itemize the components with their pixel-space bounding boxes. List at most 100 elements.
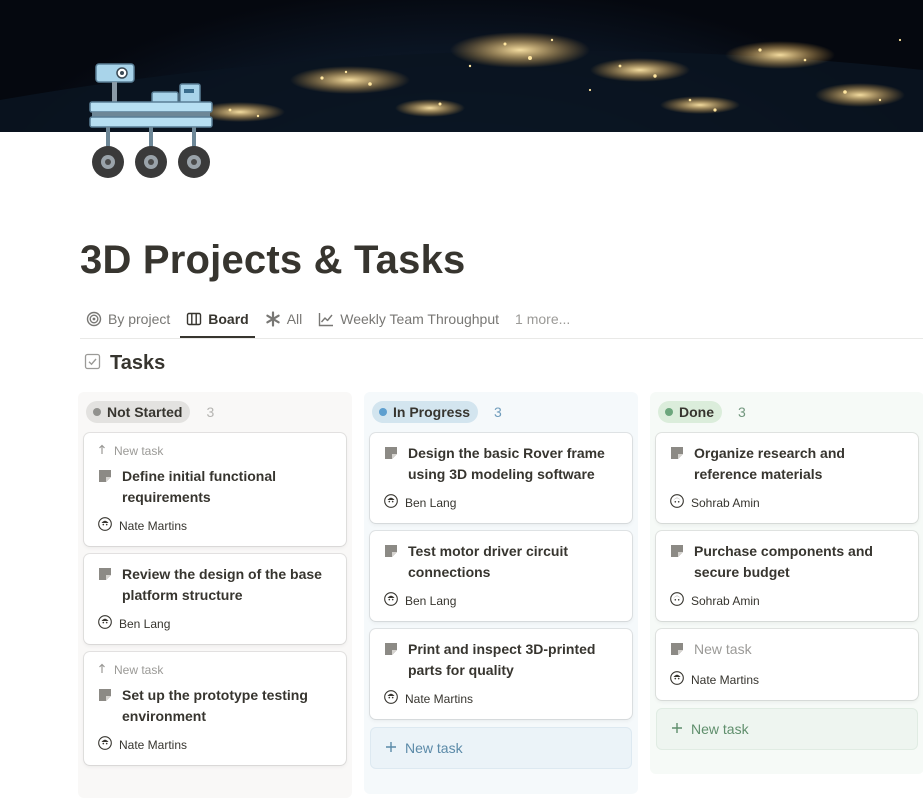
column-done: Done 3 Organize research and reference m… [650,392,923,774]
tab-all[interactable]: All [259,300,309,338]
card-title: Purchase components and secure budget [694,543,873,580]
avatar [670,671,684,688]
status-dot [379,408,387,416]
parent-task-label: New task [114,662,164,677]
card-title: Print and inspect 3D-printed parts for q… [408,641,596,678]
task-card[interactable]: Purchase components and secure budget So… [656,531,918,621]
tab-board[interactable]: Board [180,300,256,338]
card-title: Design the basic Rover frame using 3D mo… [408,445,605,482]
avatar [98,615,112,632]
assignee-name: Ben Lang [405,593,457,608]
column-header[interactable]: Done 3 [658,400,918,424]
checkbox-icon [84,353,101,375]
assignee: Ben Lang [384,592,620,609]
tab-label: All [286,311,303,327]
status-label: Not Started [107,404,183,420]
assignee-name: Nate Martins [119,518,188,533]
assignee: Ben Lang [98,615,334,632]
column-in-progress: In Progress 3 Design the basic Rover fra… [364,392,638,794]
assignee: Nate Martins [670,671,906,688]
assignee-name: Nate Martins [405,691,474,706]
card-title: Review the design of the base platform s… [122,566,322,603]
rover-icon[interactable] [86,62,216,184]
new-task-label: New task [405,740,463,756]
status-badge: Done [658,401,722,423]
view-tabs: By project Board All Weekly Team Through… [80,300,570,338]
page-icon [670,541,684,564]
task-card[interactable]: Design the basic Rover frame using 3D mo… [370,433,632,523]
status-label: In Progress [393,404,471,420]
task-card[interactable]: New task Nate Martins [656,629,918,700]
avatar [670,592,684,609]
page-icon [98,685,112,708]
assignee: Nate Martins [384,690,620,707]
status-badge: In Progress [372,401,479,423]
assignee-name: Ben Lang [405,495,457,510]
tab-label: Board [208,311,249,327]
avatar [384,690,398,707]
page-icon [384,443,398,466]
page-icon [670,639,684,662]
task-card[interactable]: New task Define initial functional requi… [84,433,346,546]
assignee: Sohrab Amin [670,592,906,609]
parent-task-link[interactable]: New task [98,443,334,458]
task-card[interactable]: Print and inspect 3D-printed parts for q… [370,629,632,719]
page-icon [384,541,398,564]
assignee-name: Nate Martins [691,672,760,687]
tab-label: By project [108,311,171,327]
avatar [384,494,398,511]
avatar [98,517,112,534]
page-icon [670,443,684,466]
plus-icon [385,740,397,756]
column-header[interactable]: In Progress 3 [372,400,632,424]
parent-task-link[interactable]: New task [98,662,334,677]
new-task-button[interactable]: New task [656,708,918,750]
database-title-label: Tasks [110,352,166,374]
page-icon [98,466,112,489]
status-label: Done [679,404,714,420]
page-icon [98,564,112,587]
card-title: Test motor driver circuit connections [408,543,569,580]
page-title: 3D Projects & Tasks [80,238,466,282]
avatar [98,736,112,753]
tab-weekly-team-throughput[interactable]: Weekly Team Throughput [312,300,505,338]
target-icon [86,311,102,327]
arrow-up-left-icon [98,443,110,458]
column-header[interactable]: Not Started 3 [86,400,346,424]
column-count: 3 [206,404,215,420]
column-count: 3 [738,404,746,420]
board: Not Started 3 New task Define initial fu… [78,392,923,798]
parent-task-label: New task [114,443,164,458]
views-divider [80,338,923,339]
assignee: Ben Lang [384,494,620,511]
task-card[interactable]: Test motor driver circuit connections Be… [370,531,632,621]
assignee-name: Ben Lang [119,616,171,631]
plus-icon [671,721,683,737]
task-card[interactable]: New task Set up the prototype testing en… [84,652,346,765]
card-title: Set up the prototype testing environment [122,687,308,724]
new-task-button[interactable]: New task [370,727,632,769]
avatar [670,494,684,511]
assignee-name: Sohrab Amin [691,495,760,510]
new-task-label: New task [691,721,749,737]
card-title: Define initial functional requirements [122,468,277,505]
assignee: Nate Martins [98,517,334,534]
assignee-name: Nate Martins [119,737,188,752]
page-icon [384,639,398,662]
column-count: 3 [494,404,502,420]
tab-label: Weekly Team Throughput [340,311,500,327]
avatar [384,592,398,609]
card-title: Organize research and reference material… [694,445,845,482]
task-card[interactable]: Review the design of the base platform s… [84,554,346,644]
task-card[interactable]: Organize research and reference material… [656,433,918,523]
tab-by-project[interactable]: By project [80,300,176,338]
board-icon [186,311,202,327]
status-badge: Not Started [86,401,191,423]
database-title[interactable]: Tasks [84,352,165,375]
assignee: Sohrab Amin [670,494,906,511]
card-title: New task [694,641,752,657]
status-dot [665,408,673,416]
status-dot [93,408,101,416]
assignee: Nate Martins [98,736,334,753]
more-views-button[interactable]: 1 more... [509,311,570,327]
